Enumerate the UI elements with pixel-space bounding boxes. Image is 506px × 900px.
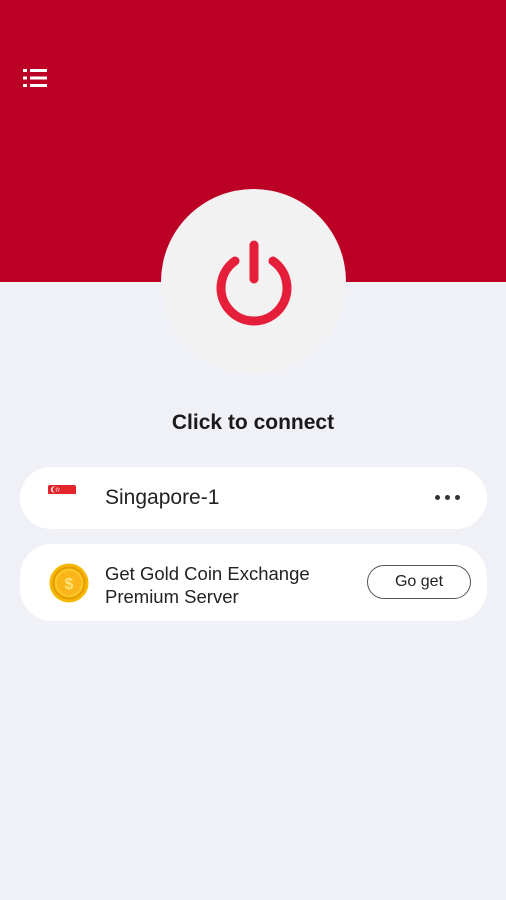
singapore-flag-icon xyxy=(48,485,76,503)
connection-status-text: Click to connect xyxy=(171,411,335,434)
go-get-button[interactable]: Go get xyxy=(367,565,471,599)
connect-power-button[interactable] xyxy=(161,189,346,374)
server-selector[interactable]: Singapore-1 xyxy=(20,467,487,529)
svg-text:$: $ xyxy=(65,576,74,593)
server-name: Singapore-1 xyxy=(105,486,220,509)
server-more-button[interactable] xyxy=(427,483,467,511)
list-menu-icon xyxy=(23,69,47,87)
power-icon xyxy=(216,240,291,325)
promo-line-1: Get Gold Coin Exchange xyxy=(105,563,310,584)
more-horizontal-icon xyxy=(434,494,440,500)
premium-promo-card: $ Get Gold Coin Exchange Premium Server … xyxy=(20,544,487,621)
menu-button[interactable] xyxy=(20,64,50,92)
gold-coin-icon: $ xyxy=(49,563,89,603)
promo-line-2: Premium Server xyxy=(105,586,239,607)
